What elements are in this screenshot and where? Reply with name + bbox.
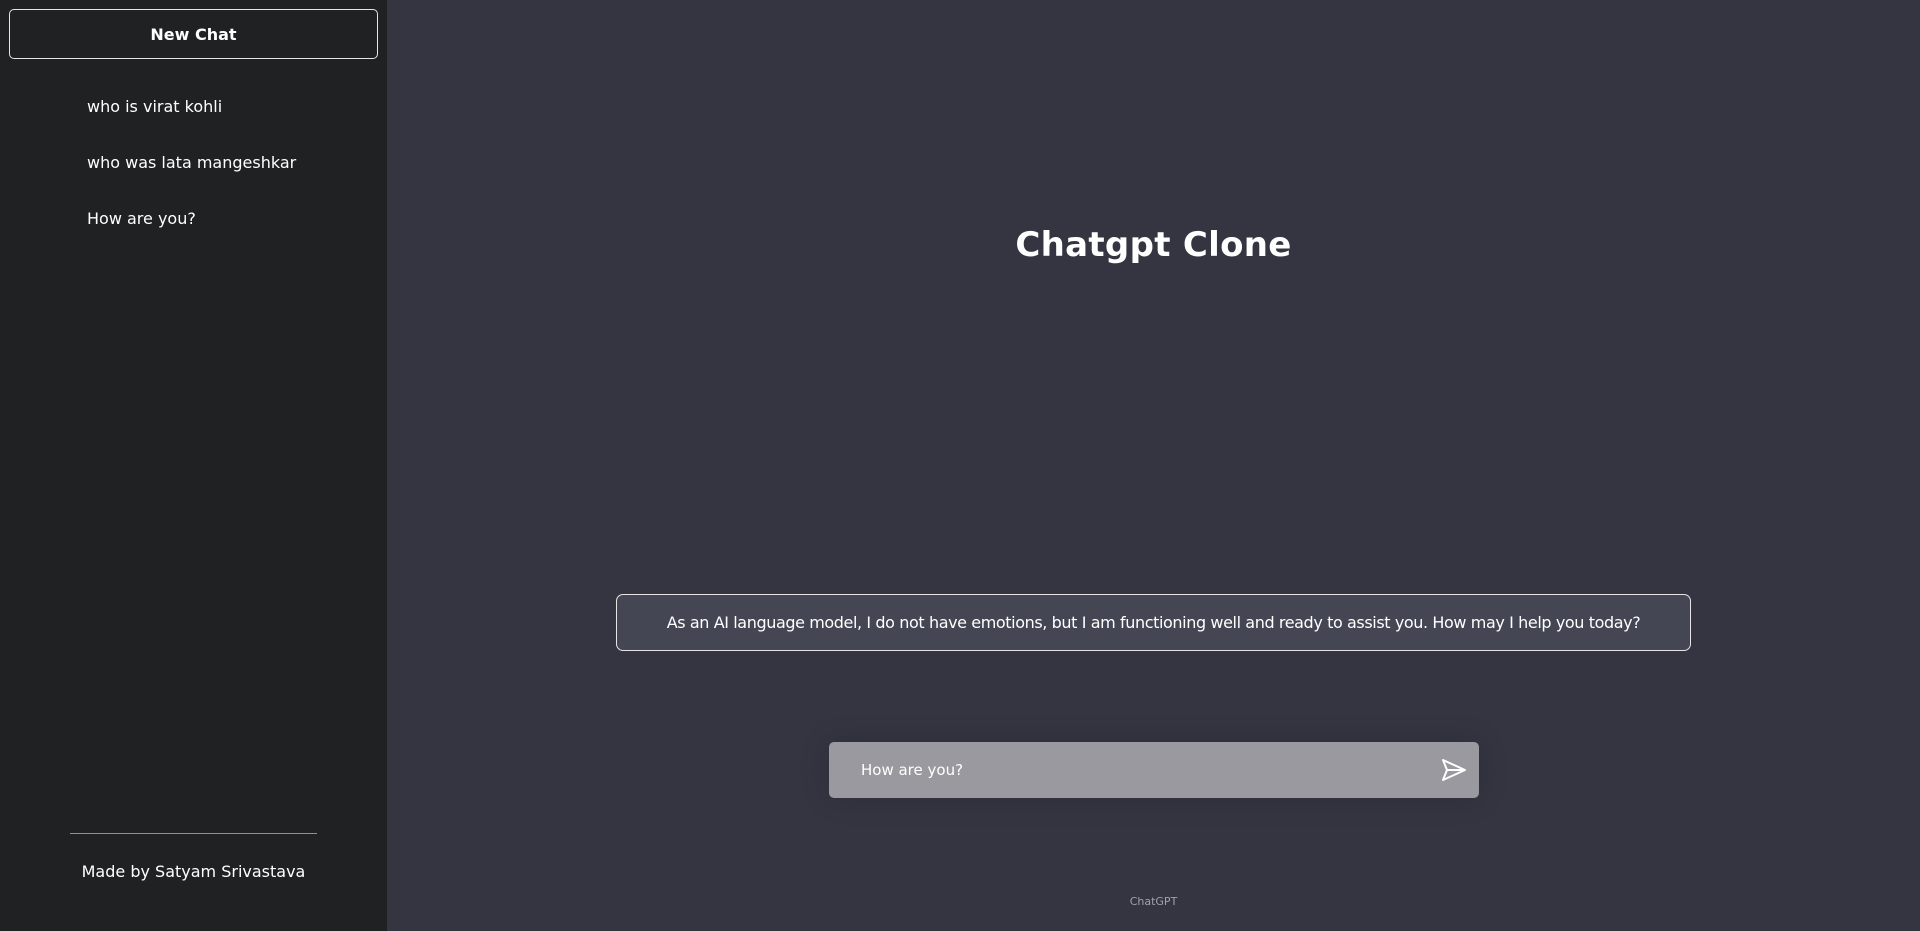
send-icon[interactable] xyxy=(1441,758,1467,782)
page-title: Chatgpt Clone xyxy=(1015,225,1292,265)
new-chat-button[interactable]: New Chat xyxy=(9,9,378,59)
response-message: As an AI language model, I do not have e… xyxy=(616,594,1691,651)
chat-history-list: who is virat kohli who was lata mangeshk… xyxy=(0,88,387,256)
sidebar: New Chat who is virat kohli who was lata… xyxy=(0,0,387,931)
history-item[interactable]: who is virat kohli xyxy=(0,88,387,144)
made-by-text: Made by Satyam Srivastava xyxy=(81,862,306,881)
chat-input-container xyxy=(829,742,1479,798)
history-item[interactable]: who was lata mangeshkar xyxy=(0,144,387,200)
history-item[interactable]: How are you? xyxy=(0,200,387,256)
sidebar-divider xyxy=(70,833,317,834)
main-panel: Chatgpt Clone As an AI language model, I… xyxy=(387,0,1920,931)
footer-text: ChatGPT xyxy=(1129,895,1178,908)
chat-input[interactable] xyxy=(829,742,1409,798)
